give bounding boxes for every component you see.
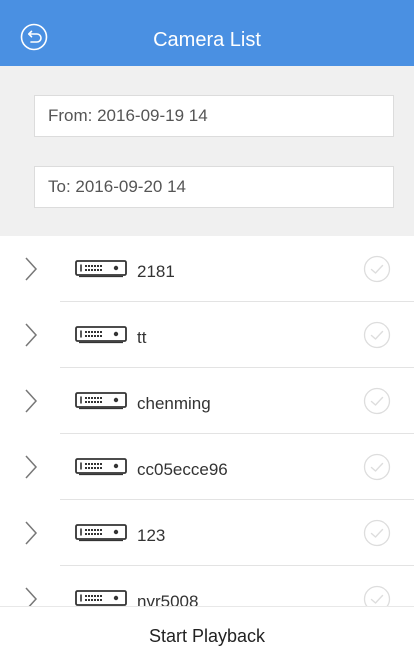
from-date-field[interactable]: From: 2016-09-19 14 (34, 95, 394, 137)
list-item[interactable]: tt (0, 302, 414, 368)
chevron-right-icon[interactable] (24, 454, 38, 480)
select-checkmark-icon[interactable] (363, 255, 391, 283)
select-checkmark-icon[interactable] (363, 519, 391, 547)
chevron-right-icon[interactable] (24, 322, 38, 348)
camera-list: 2181 tt chenming cc05ecce96 123 nvr5008 (0, 236, 414, 606)
list-item[interactable]: chenming (0, 368, 414, 434)
camera-name: 2181 (137, 262, 175, 281)
header-bar: Camera List (0, 0, 414, 66)
camera-name: nvr5008 (137, 592, 199, 606)
nvr-device-icon (75, 590, 127, 606)
start-playback-button[interactable]: Start Playback (0, 606, 414, 647)
chevron-right-icon[interactable] (24, 586, 38, 606)
camera-name: 123 (137, 526, 166, 545)
list-item[interactable]: nvr5008 (0, 566, 414, 606)
list-item[interactable]: 2181 (0, 236, 414, 302)
select-checkmark-icon[interactable] (363, 585, 391, 606)
select-checkmark-icon[interactable] (363, 321, 391, 349)
chevron-right-icon[interactable] (24, 520, 38, 546)
to-date-field[interactable]: To: 2016-09-20 14 (34, 166, 394, 208)
camera-name: tt (137, 328, 147, 347)
select-checkmark-icon[interactable] (363, 387, 391, 415)
time-filter-panel: From: 2016-09-19 14 To: 2016-09-20 14 (0, 66, 414, 236)
select-checkmark-icon[interactable] (363, 453, 391, 481)
camera-name: chenming (137, 394, 211, 413)
page-title: Camera List (153, 29, 261, 51)
camera-name: cc05ecce96 (137, 460, 228, 479)
chevron-right-icon[interactable] (24, 388, 38, 414)
nvr-device-icon (75, 392, 127, 410)
nvr-device-icon (75, 260, 127, 278)
list-item[interactable]: cc05ecce96 (0, 434, 414, 500)
chevron-right-icon[interactable] (24, 256, 38, 282)
app-screen: Camera List From: 2016-09-19 14 To: 2016… (0, 0, 414, 647)
nvr-device-icon (75, 524, 127, 542)
nvr-device-icon (75, 326, 127, 344)
list-item[interactable]: 123 (0, 500, 414, 566)
nvr-device-icon (75, 458, 127, 476)
